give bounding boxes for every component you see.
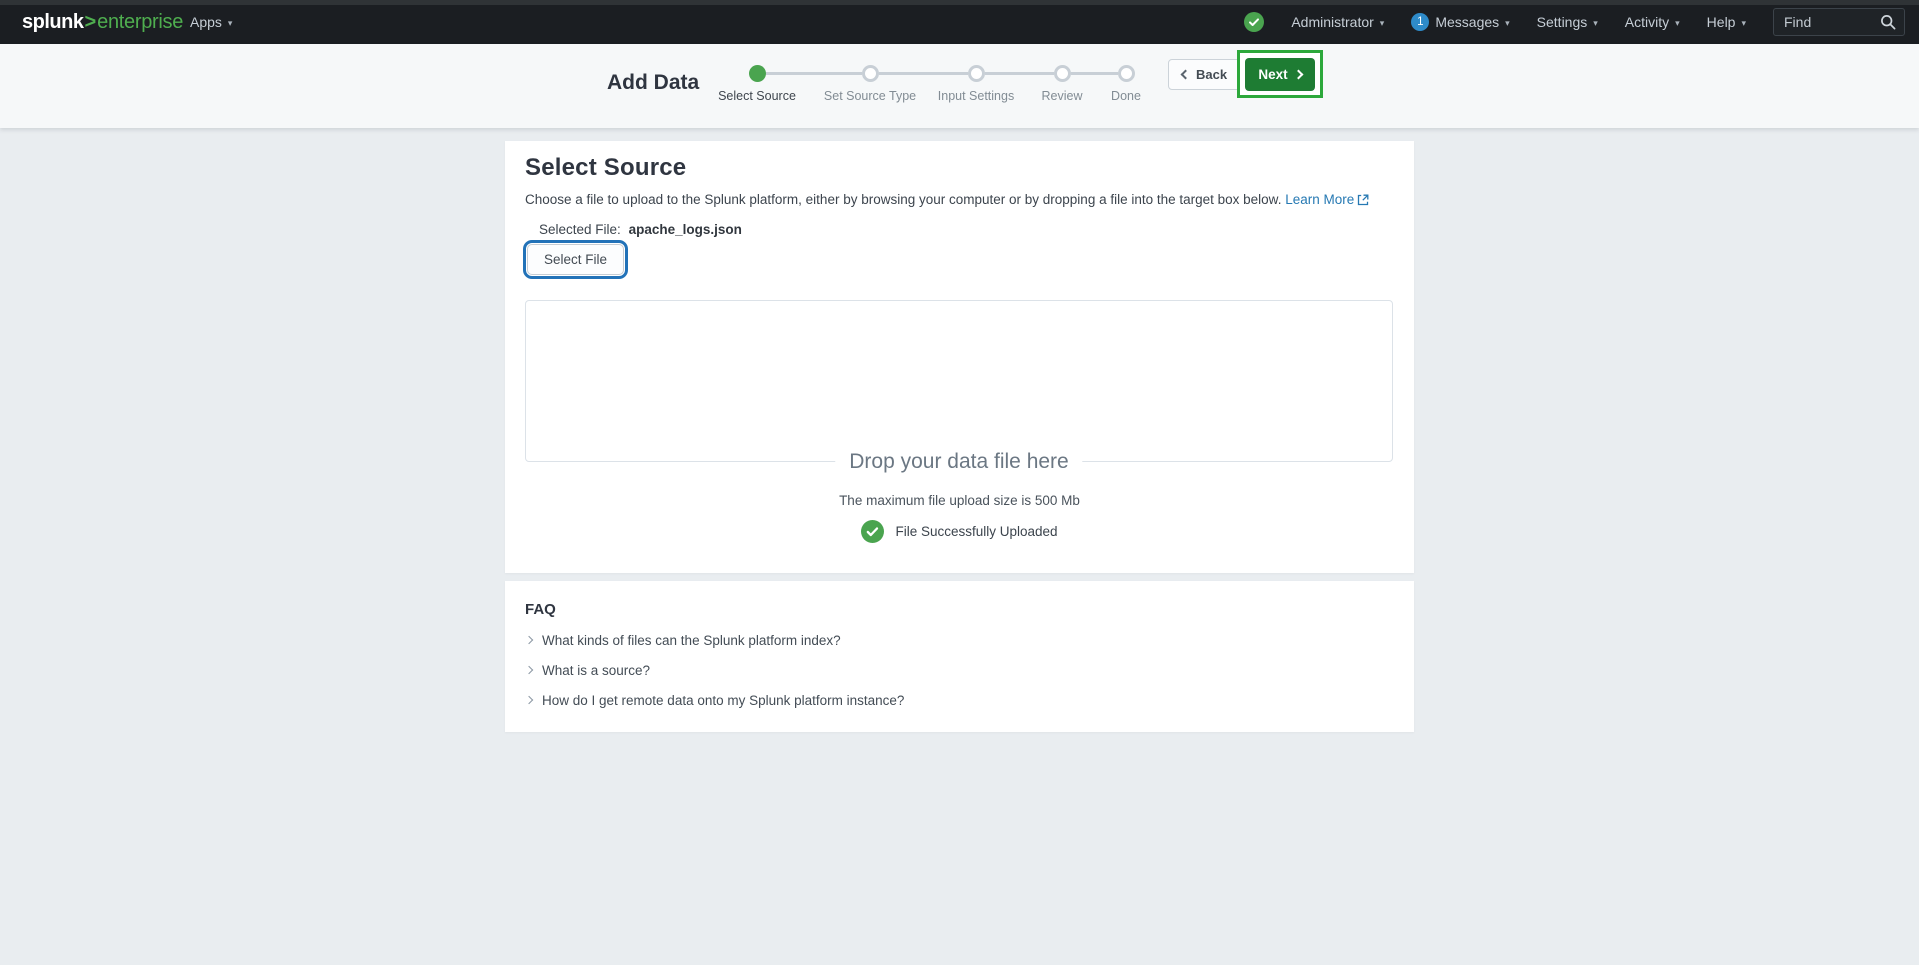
search-icon[interactable] [1880,14,1896,30]
step-connector [1071,72,1118,75]
activity-menu-label: Activity [1624,14,1670,30]
next-button-highlight-frame: Next [1237,50,1323,98]
faq-heading: FAQ [525,601,556,618]
faq-item-label: How do I get remote data onto my Splunk … [542,693,905,708]
check-icon [1244,12,1265,32]
upload-status-text: File Successfully Uploaded [895,523,1058,539]
faq-item-file-kinds[interactable]: What kinds of files can the Splunk platf… [524,633,841,648]
messages-count-badge: 1 [1411,13,1430,31]
faq-item-label: What kinds of files can the Splunk platf… [542,633,841,648]
step-dot-review [1054,65,1071,82]
description-text: Choose a file to upload to the Splunk pl… [525,192,1282,207]
wizard-title: Add Data [607,71,700,94]
selected-file-name: apache_logs.json [628,222,742,237]
max-upload-size-text: The maximum file upload size is 500 Mb [839,493,1080,508]
messages-menu[interactable]: 1 Messages ▾ [1411,0,1510,44]
chevron-right-icon [524,695,534,704]
faq-item-what-is-source[interactable]: What is a source? [524,663,651,678]
faq-panel: FAQ What kinds of files can the Splunk p… [505,581,1414,732]
system-status-icon[interactable] [1244,12,1265,32]
step-dot-done [1118,65,1135,82]
user-menu[interactable]: Administrator ▾ [1291,0,1384,44]
drop-zone-label: Drop your data file here [835,450,1083,474]
external-link-icon [1357,194,1369,209]
select-file-button[interactable]: Select File [522,240,629,279]
chevron-right-icon [1293,69,1304,79]
help-menu[interactable]: Help ▾ [1707,0,1746,44]
wizard-header: Add Data Select Source Set Source Type I… [0,44,1919,128]
file-drop-zone[interactable]: Drop your data file here [525,300,1393,474]
caret-down-icon: ▾ [1379,17,1385,28]
settings-menu-label: Settings [1536,14,1588,30]
top-nav: splunk > enterprise Apps ▾ Administrator… [0,0,1919,44]
caret-down-icon: ▾ [227,17,233,28]
help-menu-label: Help [1706,14,1736,30]
step-dot-input-settings [968,65,985,82]
next-button-label: Next [1258,66,1288,82]
logo-brand: splunk [22,10,84,33]
learn-more-link[interactable]: Learn More [1285,192,1369,207]
step-connector [879,72,968,75]
settings-menu[interactable]: Settings ▾ [1537,0,1598,44]
chevron-right-icon [524,635,534,644]
faq-item-remote-data[interactable]: How do I get remote data onto my Splunk … [524,693,905,708]
find-search-box[interactable] [1773,8,1905,36]
logo-product: enterprise [97,10,184,33]
caret-down-icon: ▾ [1741,17,1746,28]
chevron-right-icon [524,665,534,674]
next-button[interactable]: Next [1245,57,1315,91]
step-label-input-settings: Input Settings [937,89,1015,103]
page-title: Select Source [525,154,687,181]
messages-menu-label: Messages [1435,14,1500,30]
caret-down-icon: ▾ [1593,17,1598,28]
apps-menu-label: Apps [190,14,222,30]
faq-item-label: What is a source? [542,663,651,678]
step-label-review: Review [1041,89,1083,103]
step-dot-select-source [749,65,766,82]
user-menu-label: Administrator [1291,14,1374,30]
chevron-left-icon [1180,69,1191,80]
step-label-select-source: Select Source [718,89,796,103]
learn-more-label: Learn More [1285,192,1355,207]
back-button-label: Back [1196,67,1228,82]
step-label-done: Done [1111,89,1141,103]
activity-menu[interactable]: Activity ▾ [1625,0,1680,44]
step-connector [985,72,1054,75]
step-connector [766,72,862,75]
caret-down-icon: ▾ [1505,17,1510,28]
selected-file-label: Selected File: [539,222,621,237]
logo-gt: > [84,10,97,33]
success-check-icon [861,519,885,543]
splunk-logo[interactable]: splunk > enterprise [22,0,183,44]
selected-file-line: Selected File: apache_logs.json [539,222,742,237]
upload-status-row: File Successfully Uploaded [505,519,1414,543]
page-description: Choose a file to upload to the Splunk pl… [525,192,1369,207]
caret-down-icon: ▾ [1675,17,1680,28]
apps-menu[interactable]: Apps ▾ [190,0,232,44]
back-button[interactable]: Back [1168,59,1242,90]
step-label-set-source-type: Set Source Type [823,89,917,103]
step-dot-set-source-type [862,65,879,82]
find-input[interactable] [1784,14,1880,30]
select-source-panel: Select Source Choose a file to upload to… [505,141,1414,573]
